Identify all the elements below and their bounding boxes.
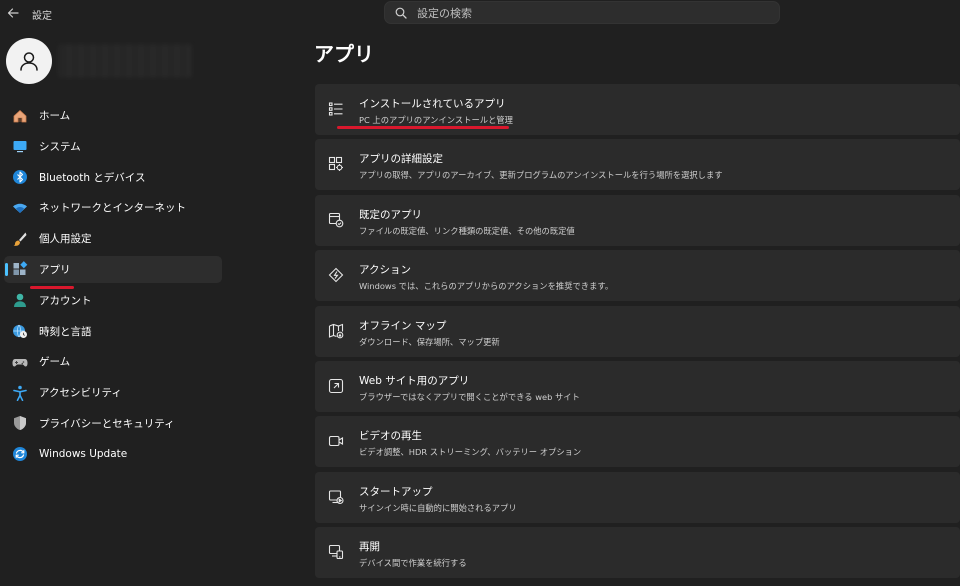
app-settings-icon: [327, 155, 345, 173]
map-icon: [327, 322, 345, 340]
card-actions[interactable]: アクション Windows では、これらのアプリからのアクションを推奨できます。: [315, 250, 960, 302]
video-icon: [327, 432, 345, 450]
card-default-apps[interactable]: 既定のアプリ ファイルの既定値、リンク種類の既定値、その他の既定値: [315, 194, 960, 246]
card-subtitle: Windows では、これらのアプリからのアクションを推奨できます。: [359, 281, 614, 292]
sidebar-item-system[interactable]: システム: [4, 133, 222, 160]
update-icon: [12, 446, 28, 462]
bluetooth-icon: [12, 169, 28, 185]
open-external-icon: [327, 377, 345, 395]
sidebar-item-network[interactable]: ネットワークとインターネット: [4, 194, 222, 221]
card-subtitle: デバイス間で作業を続行する: [359, 558, 467, 569]
sidebar-item-accessibility[interactable]: アクセシビリティ: [4, 379, 222, 406]
card-title: アクション: [359, 264, 411, 277]
highlight-underline-apps: [30, 286, 74, 289]
card-title: アプリの詳細設定: [359, 153, 443, 166]
list-icon: [327, 100, 345, 118]
card-advanced-app-settings[interactable]: アプリの詳細設定 アプリの取得、アプリのアーカイブ、更新プログラムのアンインスト…: [315, 139, 960, 191]
sidebar-item-label: ホーム: [39, 110, 71, 122]
page-title: アプリ: [314, 42, 374, 66]
card-subtitle: ファイルの既定値、リンク種類の既定値、その他の既定値: [359, 225, 575, 236]
sidebar-item-label: プライバシーとセキュリティ: [39, 417, 175, 430]
actions-icon: [327, 266, 345, 284]
card-subtitle: ブラウザーではなくアプリで開くことができる web サイト: [359, 391, 580, 402]
sidebar-item-label: ネットワークとインターネット: [39, 202, 186, 215]
accessibility-icon: [12, 385, 28, 401]
home-icon: [12, 108, 28, 124]
sidebar-item-time-language[interactable]: 時刻と言語: [4, 318, 222, 345]
sidebar-item-label: 時刻と言語: [39, 325, 92, 338]
sidebar-item-personalization[interactable]: 個人用設定: [4, 225, 222, 252]
card-apps-for-websites[interactable]: Web サイト用のアプリ ブラウザーではなくアプリで開くことができる web サ…: [315, 360, 960, 412]
sidebar-item-label: 個人用設定: [39, 233, 92, 246]
sidebar-item-home[interactable]: ホーム: [4, 102, 222, 129]
card-video-playback[interactable]: ビデオの再生 ビデオ調整、HDR ストリーミング、バッテリー オプション: [315, 416, 960, 468]
startup-icon: [327, 488, 345, 506]
sidebar-item-label: ゲーム: [39, 356, 71, 369]
sidebar-item-label: アプリ: [39, 263, 71, 276]
card-subtitle: PC 上のアプリのアンインストールと管理: [359, 115, 513, 125]
person-icon: [12, 292, 28, 308]
card-subtitle: ビデオ調整、HDR ストリーミング、バッテリー オプション: [359, 447, 582, 458]
profile-info-redacted: [58, 44, 192, 78]
sidebar-item-label: Windows Update: [39, 448, 128, 461]
shield-icon: [12, 415, 28, 431]
sidebar-item-label: アカウント: [39, 294, 92, 307]
gamepad-icon: [12, 354, 28, 370]
card-title: スタートアップ: [359, 485, 433, 498]
search-box[interactable]: [384, 1, 780, 24]
wifi-icon: [12, 200, 28, 216]
card-subtitle: ダウンロード、保存場所、マップ更新: [359, 336, 500, 347]
avatar[interactable]: [6, 38, 52, 84]
back-button[interactable]: [4, 4, 22, 22]
sidebar-item-apps[interactable]: アプリ: [4, 255, 222, 283]
back-arrow-icon: [7, 8, 19, 18]
resume-icon: [327, 543, 345, 561]
person-icon: [20, 52, 38, 71]
apps-icon: [12, 261, 28, 277]
search-input[interactable]: [417, 4, 767, 22]
globe-clock-icon: [12, 323, 28, 339]
brush-icon: [12, 231, 28, 247]
window-title: 設定: [32, 11, 52, 22]
sidebar-item-accounts[interactable]: アカウント: [4, 287, 222, 314]
title-bar: 設定: [0, 0, 960, 26]
sidebar-item-gaming[interactable]: ゲーム: [4, 348, 222, 375]
sidebar-item-label: システム: [39, 140, 81, 153]
default-apps-icon: [327, 211, 345, 229]
settings-card-list: インストールされているアプリ PC 上のアプリのアンインストールと管理 アプリの…: [315, 84, 960, 583]
card-offline-maps[interactable]: オフライン マップ ダウンロード、保存場所、マップ更新: [315, 305, 960, 357]
card-subtitle: サインイン時に自動的に開始されるアプリ: [359, 502, 517, 513]
sidebar-item-privacy[interactable]: プライバシーとセキュリティ: [4, 410, 222, 437]
sidebar-item-label: アクセシビリティ: [39, 387, 122, 400]
sidebar-item-bluetooth[interactable]: Bluetooth とデバイス: [4, 164, 222, 191]
monitor-icon: [12, 138, 28, 154]
sidebar-item-windows-update[interactable]: Windows Update: [4, 441, 222, 468]
card-resume[interactable]: 再開 デバイス間で作業を続行する: [315, 527, 960, 579]
card-title: オフライン マップ: [359, 319, 447, 332]
card-subtitle: アプリの取得、アプリのアーカイブ、更新プログラムのアンインストールを行う場所を選…: [359, 170, 723, 181]
sidebar-item-label: Bluetooth とデバイス: [39, 171, 146, 184]
card-startup[interactable]: スタートアップ サインイン時に自動的に開始されるアプリ: [315, 471, 960, 523]
card-title: Web サイト用のアプリ: [359, 374, 470, 387]
card-title: インストールされているアプリ: [359, 98, 506, 110]
search-icon: [395, 7, 407, 19]
card-title: ビデオの再生: [359, 430, 422, 443]
card-title: 既定のアプリ: [359, 208, 422, 221]
card-title: 再開: [359, 541, 380, 554]
highlight-underline-installed-apps: [337, 126, 509, 129]
